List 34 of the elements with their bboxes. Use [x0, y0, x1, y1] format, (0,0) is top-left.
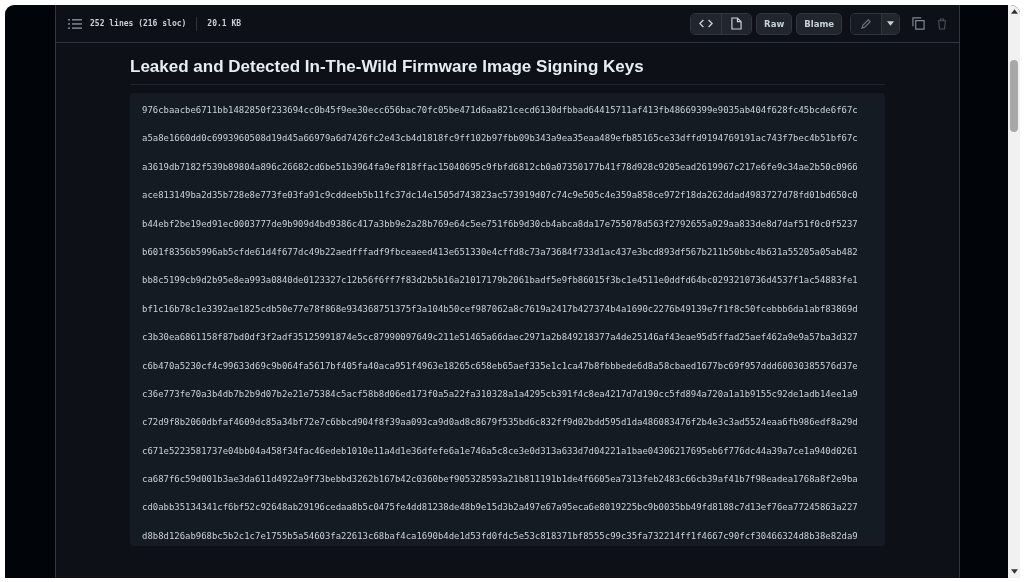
edit-button[interactable] [851, 13, 881, 34]
key-line: c3b30ea6861158f87bd0df3f2adf35125991874e5cc87990097649c211e51465a66daec2971a2b849218377a4de25146af43eae95d5ffad25aef462a9e9a57ba3d327 [142, 331, 858, 345]
scroll-up-icon[interactable] [1010, 9, 1018, 14]
line-count: 252 lines (216 sloc) [90, 19, 187, 28]
caret-icon [887, 21, 894, 26]
key-line: a5a8e1660dd0c6993960508d19d45a66979a6d7426fc2e43cb4d1818fc9ff102b97fbb09b343a9ea35eaa489efb85165ce33dffd9194769191ac743f7bec4b51bf67c [142, 132, 858, 146]
file-size: 20.1 KB [207, 19, 242, 28]
key-line: ace813149ba2d35b728e8e773fe03fa91c9cddeeb5b11fc37dc14e1505d743823ac573919d07c74c9e505c4e359a858ce972f18da262ddad4983727d78fd01bd650c0 [142, 189, 858, 203]
key-line: a3619db7182f539b89804a896c26682cd6be51b3964fa9ef818ffac15040695c9fbfd6812cb0a07350177b41f78d928c9205ead2619967c217e6fe9c34ae2b50c0966 [142, 160, 858, 174]
key-line: cd0abb35134341cf6bf52c92648ab29196cedaa8b5c0475fe4dd81238de48b9e15d3b2a497e67a95eca6e8019225bc9b0035bb49fd8188c7d13ef76ea77245863a227 [142, 501, 858, 515]
key-line: ca687f6c59d001b3ae3da611d4922a9f73bebbd3262b167b42c0360bef905328593a21b811191b1de4f6605ea7313feb2483c66cb39af41b7f98eadea1768a8f2e9ba [142, 473, 858, 487]
key-line: bb8c5199cb9d2b95e8ea993a0840de0123327c12b56f6ff7f83d2b5b16a21017179b2061badf5e9fb86015f3bc1e4511e0ddfd64bc0293210736d4537f1ac54883fe1 [142, 274, 858, 288]
key-line: d8b8d126ab968bc5b2c1c7e1755b5a54603fa22613c68baf4ca1690b4de1d53fd0fdc5e53c818371bf8555c99c35fa732214ff1f4667c90fcf30466324d8b38e82da9 [142, 529, 858, 543]
toolbar-button[interactable]: Blame [796, 12, 842, 35]
dropdown-button[interactable] [881, 13, 899, 34]
key-line: b601f8356b5996ab5cfde61d4f677dc49b22aedfffadf9fbceaeed413e651330e4cffd8c73a73684f733d1ac437e3bcd893df567b211b50bbc4b631a55205a05ab482 [142, 245, 858, 259]
key-line: c36e773fe70a3b4db7b2b9d07b2e21e75384c5acf58b8d06ed173f0a5a22fa310328a1a4295cb391f4c8ea4217d7d190cc5fd894a720a1a1b9155c92de1adb14ee1a9 [142, 387, 858, 401]
code-view-button[interactable] [691, 13, 722, 34]
page-heading: Leaked and Detected In-The-Wild Firmware Image Signing Keys [130, 57, 885, 85]
key-line: c6b470a5230cf4c99633d69c9b064fa5617bf405fa40aca951f4963e18265c658eb65aef335e1c1ca47b8fbbbede6d8a58cbaed1677bc69f957ddd60030385576d37e [142, 359, 858, 373]
scroll-down-icon[interactable] [1010, 569, 1018, 574]
key-line: b44ebf2be19ed91ec0003777de9b909d4bd9386c417a3bb9e2a28b769e64c5ee751f6b9d30cb4abca8da17e755078d563f2792655a929aa833de8d7daf51f0c0f5237 [142, 217, 858, 231]
list-icon[interactable] [68, 17, 82, 30]
code-icon [699, 19, 714, 28]
key-line: 976cbaacbe6711bb1482850f233694cc0b45f9ee30ecc656bac70fc05be471d6aa821cecd6130dfbbad64415711af413fb48669399e9035ab404f628fc45bcde6f67c [142, 104, 858, 117]
key-line: bf1c16b78c1e3392ae1825cdb50e77e78f868e934368751375f3a104b50cef987062a8c7619a2417b427374b4a1690c2276b49139e7f1f8c50fcebbb6da1abf83869d [142, 302, 858, 316]
toolbar-button[interactable]: Raw [756, 12, 793, 35]
scrollbar-thumb[interactable] [1010, 60, 1018, 132]
preview-button[interactable] [721, 13, 752, 34]
key-line: c671e5223581737e04bb04a458f34fac46edeb1010e11a4d1e36dfefe6a1e746a5c8ce3e0d313a633d7d04221a1bae04306217695eb6f776dc44a39a7ce1a940d0261 [142, 444, 858, 458]
file-icon [731, 17, 743, 30]
key-line: c72d9f8b2060dbfaf4609dc85a34bf72e7c6bbcd904f8f39aa093ca9d0ad8c8679f535bd6c832ff9d02bdd595d1da486083476f2b4e3c3ad5524eaa6fb986edf8a29d [142, 416, 858, 430]
pencil-icon [860, 18, 872, 29]
copy-icon[interactable] [912, 17, 925, 30]
